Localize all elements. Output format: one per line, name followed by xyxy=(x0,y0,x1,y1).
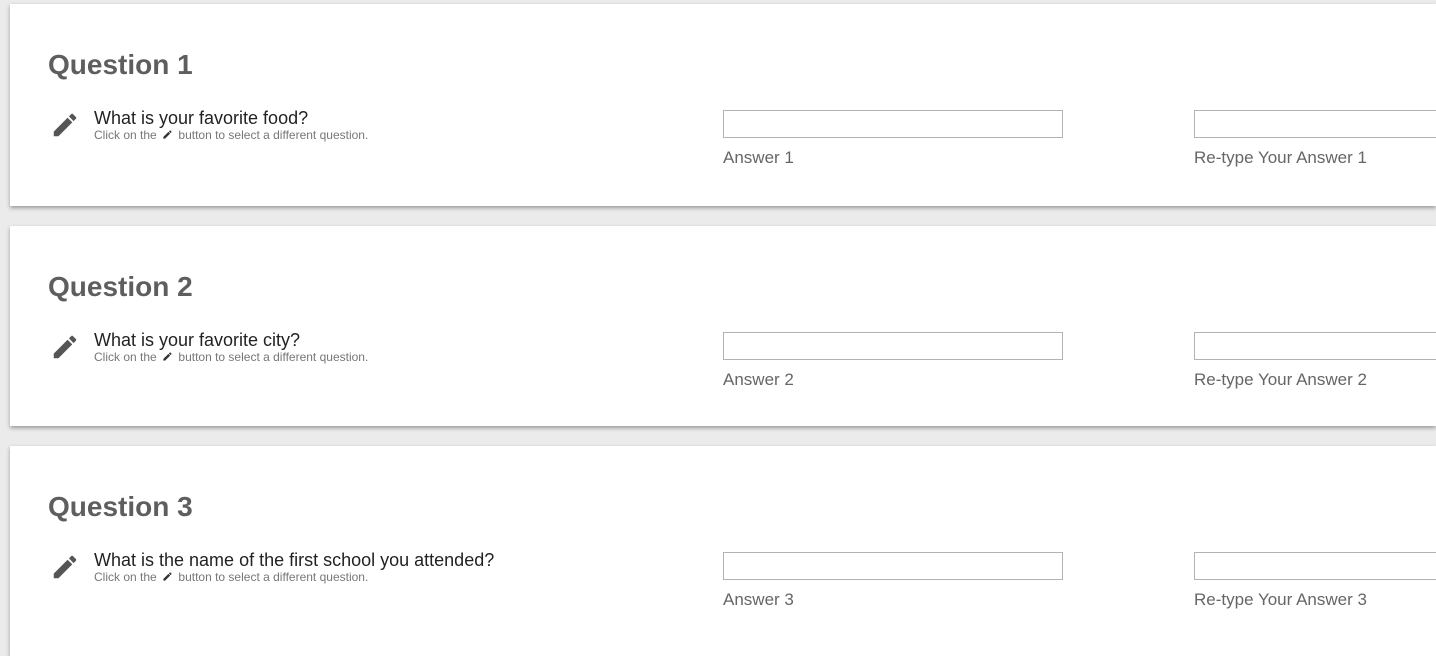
answer-label: Answer 1 xyxy=(723,148,794,167)
question-text: What is your favorite city? xyxy=(94,330,301,350)
question-text: What is the name of the first school you… xyxy=(94,550,495,570)
retype-answer-label: Re-type Your Answer 3 xyxy=(1194,590,1367,609)
pencil-icon[interactable] xyxy=(50,552,80,582)
retype-answer-label: Re-type Your Answer 1 xyxy=(1194,148,1367,167)
retype-answer-input[interactable] xyxy=(1194,110,1436,138)
pencil-icon xyxy=(162,129,173,143)
answer-input[interactable] xyxy=(723,110,1063,138)
hint-text-before: Click on the xyxy=(94,128,157,142)
question-title: Question 3 xyxy=(48,491,193,522)
hint-text-before: Click on the xyxy=(94,350,157,364)
security-question-card-3: Question 3 What is the name of the first… xyxy=(10,446,1436,656)
answer-label: Answer 2 xyxy=(723,370,794,389)
hint-text-after: button to select a different question. xyxy=(178,128,369,142)
security-question-card-1: Question 1 What is your favorite food? C… xyxy=(10,4,1436,206)
hint-text-before: Click on the xyxy=(94,570,157,584)
question-hint: Click on the button to select a differen… xyxy=(94,570,368,585)
pencil-icon[interactable] xyxy=(50,332,80,362)
pencil-icon xyxy=(162,351,173,365)
question-title: Question 2 xyxy=(48,271,193,302)
retype-answer-input[interactable] xyxy=(1194,552,1436,580)
retype-answer-input[interactable] xyxy=(1194,332,1436,360)
answer-input[interactable] xyxy=(723,552,1063,580)
hint-text-after: button to select a different question. xyxy=(178,350,369,364)
retype-answer-label: Re-type Your Answer 2 xyxy=(1194,370,1367,389)
question-text: What is your favorite food? xyxy=(94,108,309,128)
question-hint: Click on the button to select a differen… xyxy=(94,128,368,143)
pencil-icon xyxy=(162,571,173,585)
answer-input[interactable] xyxy=(723,332,1063,360)
pencil-icon[interactable] xyxy=(50,110,80,140)
question-hint: Click on the button to select a differen… xyxy=(94,350,368,365)
hint-text-after: button to select a different question. xyxy=(178,570,369,584)
question-title: Question 1 xyxy=(48,49,193,80)
security-question-card-2: Question 2 What is your favorite city? C… xyxy=(10,226,1436,426)
answer-label: Answer 3 xyxy=(723,590,794,609)
